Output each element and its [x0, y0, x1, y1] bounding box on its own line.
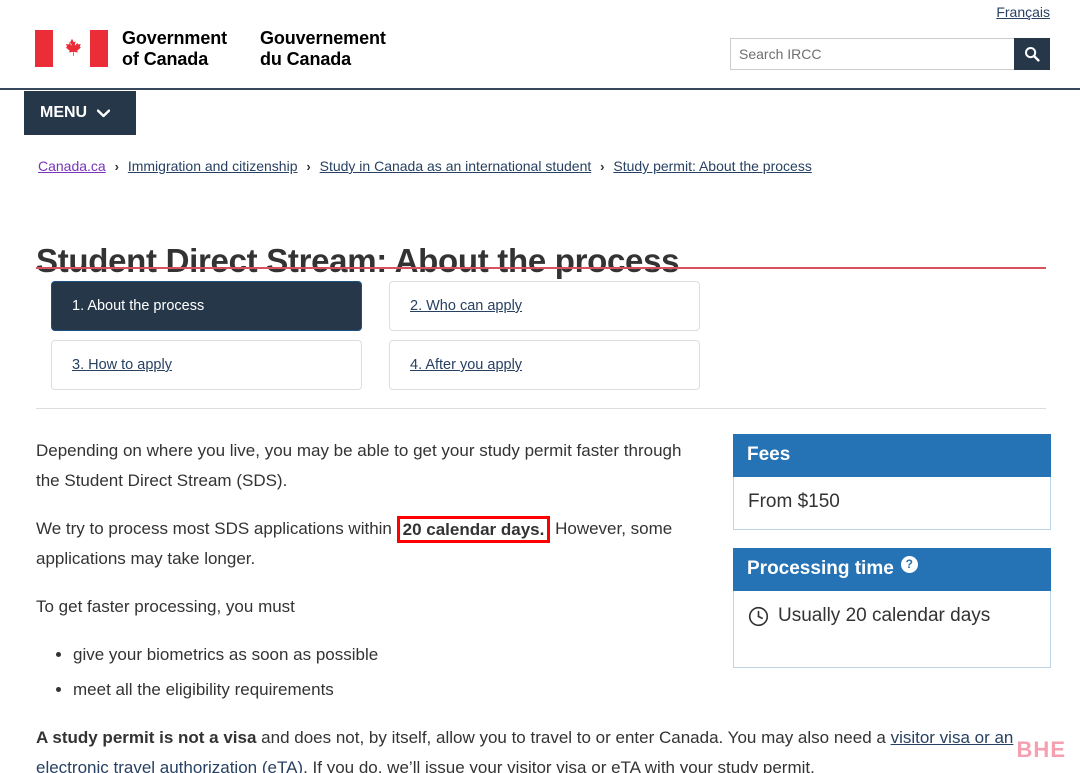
tab-label: 1. About the process: [72, 298, 205, 314]
main-content: Depending on where you live, you may be …: [36, 436, 1013, 773]
language-toggle-link[interactable]: Français: [996, 4, 1050, 20]
tab-label: 3. How to apply: [72, 357, 172, 373]
canada-flag-icon: [35, 30, 108, 67]
wordmark-en-line1: Government: [122, 28, 228, 48]
breadcrumb-separator: ›: [600, 159, 605, 174]
wordmark-fr-line2: du Canada: [259, 49, 352, 69]
wordmark-fr-line1: Gouvernement: [259, 28, 386, 48]
visa-notice-end: . If you do, we’ll issue your visitor vi…: [303, 758, 815, 773]
intro-paragraph: Depending on where you live, you may be …: [36, 441, 682, 490]
fees-panel: Fees From $150: [733, 434, 1051, 530]
brand-row: Government of Canada Gouvernement du Can…: [0, 26, 1080, 88]
menu-button-label: MENU: [40, 104, 88, 121]
chevron-down-icon: [97, 108, 111, 117]
tab-how-to-apply[interactable]: 3. How to apply: [51, 340, 362, 390]
fees-value: From $150: [748, 491, 840, 512]
visa-notice-paragraph: A study permit is not a visa and does no…: [36, 723, 1021, 773]
government-wordmark: Government of Canada Gouvernement du Can…: [122, 28, 386, 70]
title-underline: [36, 267, 1046, 269]
help-circle-icon[interactable]: ?: [900, 555, 918, 573]
fees-panel-body: From $150: [733, 477, 1051, 530]
fees-panel-title: Fees: [747, 444, 791, 465]
tab-who-can-apply[interactable]: 2. Who can apply: [389, 281, 700, 331]
header-divider: [0, 88, 1080, 90]
watermark: BHE: [1016, 737, 1066, 762]
processing-paragraph: We try to process most SDS applications …: [36, 514, 708, 574]
requirements-list: give your biometrics as soon as possible…: [36, 640, 708, 705]
language-bar: Français: [0, 0, 1080, 26]
list-item: meet all the eligibility requirements: [73, 675, 708, 705]
fees-panel-header: Fees: [733, 434, 1051, 477]
tab-label: 2. Who can apply: [410, 298, 523, 314]
search-icon: [1025, 47, 1040, 62]
processing-time-panel: Processing time ? Usually 20 calendar da…: [733, 548, 1051, 668]
list-item: give your biometrics as soon as possible: [73, 640, 708, 670]
page-root: Français Government of Canada Gouverneme…: [0, 0, 1080, 773]
search-input[interactable]: [730, 38, 1014, 70]
maple-leaf-icon: [65, 38, 81, 56]
breadcrumb-item-canada-ca[interactable]: Canada.ca: [38, 158, 106, 174]
content-divider: [36, 408, 1046, 409]
processing-time-panel-title: Processing time: [747, 558, 894, 579]
visa-notice-mid: and does not, by itself, allow you to tr…: [256, 728, 891, 747]
breadcrumb-separator: ›: [306, 159, 311, 174]
page-title: Student Direct Stream: About the process: [36, 242, 680, 280]
flag-band-right: [90, 30, 108, 67]
breadcrumb-separator: ›: [114, 159, 119, 174]
flag-band-left: [35, 30, 53, 67]
step-tabs: 1. About the process 2. Who can apply 3.…: [51, 281, 1051, 399]
processing-time-value: Usually 20 calendar days: [778, 605, 991, 626]
wordmark-en-line2: of Canada: [122, 49, 209, 69]
search-button[interactable]: [1014, 38, 1050, 70]
highlighted-processing-time: 20 calendar days.: [396, 516, 551, 543]
menu-button[interactable]: MENU: [24, 91, 136, 135]
search-form: [730, 38, 1050, 70]
breadcrumb-item-immigration[interactable]: Immigration and citizenship: [128, 158, 298, 174]
help-glyph: ?: [905, 557, 913, 571]
wordmark-french: Gouvernement du Canada: [260, 28, 386, 70]
wordmark-english: Government of Canada: [122, 28, 227, 70]
processing-text-before: We try to process most SDS applications …: [36, 519, 397, 538]
processing-time-panel-header: Processing time ?: [733, 548, 1051, 591]
sidebar: Fees From $150 Processing time ? Usually…: [733, 434, 1051, 686]
breadcrumb-item-study-permit[interactable]: Study permit: About the process: [613, 158, 811, 174]
breadcrumb: Canada.ca › Immigration and citizenship …: [38, 158, 812, 175]
clock-icon: [748, 606, 769, 626]
faster-processing-lead: To get faster processing, you must: [36, 597, 295, 616]
tab-label: 4. After you apply: [410, 357, 523, 373]
visa-notice-bold: A study permit is not a visa: [36, 728, 257, 747]
breadcrumb-item-study-in-canada[interactable]: Study in Canada as an international stud…: [320, 158, 592, 174]
processing-time-panel-body: Usually 20 calendar days: [733, 591, 1051, 668]
tab-after-you-apply[interactable]: 4. After you apply: [389, 340, 700, 390]
tab-about-the-process[interactable]: 1. About the process: [51, 281, 362, 331]
